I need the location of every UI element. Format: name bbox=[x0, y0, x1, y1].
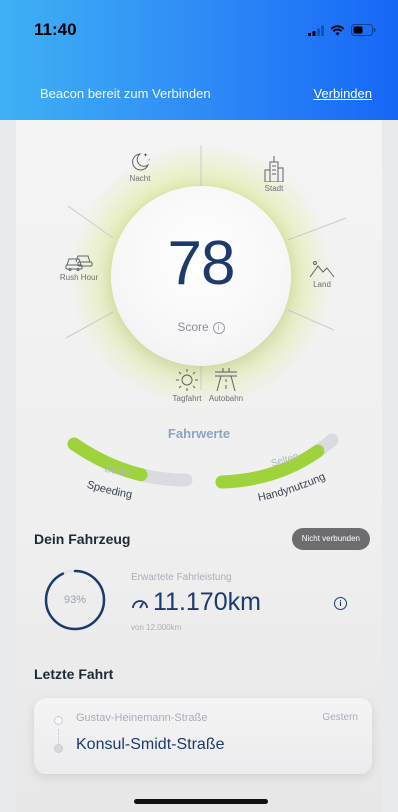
category-city: Stadt bbox=[256, 156, 292, 193]
header-bar: 11:40 Beacon bereit zum Verbinden Verbin… bbox=[0, 0, 398, 120]
category-night-label: Nacht bbox=[129, 174, 151, 183]
battery-icon bbox=[351, 24, 376, 36]
expected-mileage-row: 11.170km bbox=[131, 588, 261, 617]
city-buildings-icon bbox=[264, 156, 284, 182]
category-day-label: Tagfahrt bbox=[172, 394, 202, 403]
traffic-cars-icon bbox=[65, 255, 93, 271]
category-land-label: Land bbox=[313, 280, 331, 289]
score-value: 78 bbox=[167, 229, 236, 298]
status-icons bbox=[308, 24, 376, 36]
mileage-target: von 12.000km bbox=[131, 623, 182, 632]
main-content: ✦ + Nacht Stadt Rush Hour Land Tagfahrt … bbox=[16, 120, 382, 812]
wifi-icon bbox=[330, 24, 345, 35]
trip-end-dot bbox=[54, 744, 63, 753]
category-rush-hour: Rush Hour bbox=[52, 253, 106, 282]
connect-link[interactable]: Verbinden bbox=[313, 86, 372, 101]
speeding-label: Speeding bbox=[85, 479, 133, 501]
fahrwerte-gauges: Selten Speeding Selten Handynutzung bbox=[67, 433, 339, 504]
mileage-info-icon[interactable]: i bbox=[334, 597, 347, 610]
category-night: ✦ + Nacht bbox=[120, 150, 160, 183]
sun-icon bbox=[176, 369, 198, 391]
mileage-percent: 93% bbox=[63, 594, 87, 606]
score-label: Score bbox=[177, 320, 209, 334]
expected-mileage-label: Erwartete Fahrleistung bbox=[131, 572, 232, 583]
score-dial: ✦ + Nacht Stadt Rush Hour Land Tagfahrt … bbox=[16, 120, 382, 420]
connection-status-badge[interactable]: Nicht verbunden bbox=[291, 528, 370, 550]
last-trip-card[interactable]: Gustav-Heinemann-Straße Gestern Konsul-S… bbox=[34, 698, 372, 774]
category-highway: Autobahn bbox=[204, 368, 248, 403]
cellular-signal-icon bbox=[308, 25, 324, 36]
moon-stars-icon: ✦ + bbox=[132, 152, 151, 171]
highway-icon bbox=[215, 368, 237, 392]
trip-start-dot bbox=[54, 716, 63, 725]
trip-date: Gestern bbox=[322, 712, 358, 723]
status-time: 11:40 bbox=[34, 20, 77, 39]
category-highway-label: Autobahn bbox=[208, 394, 244, 403]
trip-connector bbox=[58, 729, 59, 743]
speedometer-icon bbox=[132, 599, 148, 608]
category-city-label: Stadt bbox=[264, 184, 284, 193]
speeding-gauge: Selten Speeding bbox=[67, 437, 193, 501]
mountains-icon bbox=[309, 261, 335, 278]
last-trip-section-title: Letzte Fahrt bbox=[34, 666, 114, 682]
svg-text:+: + bbox=[148, 157, 151, 162]
expected-mileage-value: 11.170km bbox=[153, 588, 261, 616]
info-icon[interactable]: i bbox=[212, 321, 225, 334]
status-bar: 11:40 bbox=[0, 0, 398, 60]
category-land: Land bbox=[304, 260, 340, 289]
score-label-row: Score i bbox=[111, 320, 291, 334]
score-circle[interactable]: 78 Score i bbox=[111, 186, 291, 366]
trip-from: Gustav-Heinemann-Straße bbox=[76, 712, 208, 724]
home-indicator[interactable] bbox=[134, 799, 268, 804]
trip-to: Konsul-Smidt-Straße bbox=[76, 736, 225, 753]
svg-text:Speeding: Speeding bbox=[85, 479, 133, 501]
category-day: Tagfahrt bbox=[168, 368, 206, 403]
vehicle-section-title: Dein Fahrzeug bbox=[34, 531, 131, 547]
beacon-status-text: Beacon bereit zum Verbinden bbox=[40, 86, 211, 101]
phone-usage-gauge: Selten Handynutzung bbox=[215, 433, 339, 504]
category-rush-hour-label: Rush Hour bbox=[59, 273, 99, 282]
